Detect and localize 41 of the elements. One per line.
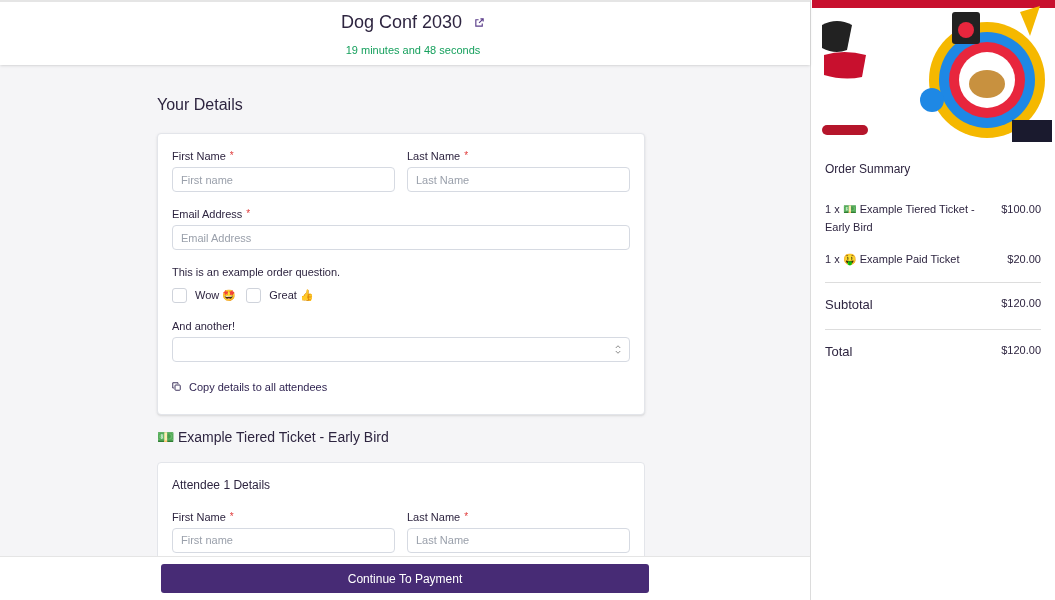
select-field[interactable]	[172, 336, 630, 362]
item-price: $20.00	[1007, 252, 1041, 267]
card-heading: Attendee 1 Details	[172, 477, 272, 492]
chevron-updown-icon	[615, 344, 621, 354]
total-label: Total	[825, 342, 853, 361]
required-mark: *	[229, 509, 234, 524]
countdown-timer: 19 minutes and 48 seconds	[344, 42, 481, 58]
question-label: This is an example order question.	[172, 265, 342, 279]
field-label: First Name	[172, 509, 226, 524]
input-field[interactable]: Email Address	[172, 225, 630, 250]
field-label: First Name	[172, 149, 226, 163]
event-title: Dog Conf 2030	[340, 10, 463, 34]
required-mark: *	[229, 149, 234, 163]
item-name: 1 x 🤑 Example Paid Ticket	[825, 252, 960, 268]
summary-heading: Order Summary	[825, 161, 912, 178]
field-label: Email Address	[172, 207, 243, 221]
item-price: $100.00	[1001, 202, 1041, 217]
checkbox-label: Great 👍	[269, 288, 314, 303]
checkbox-label: Wow 🤩	[195, 288, 237, 303]
checkbox[interactable]	[246, 287, 262, 303]
total-value: $120.00	[1001, 342, 1041, 358]
required-mark: *	[246, 207, 251, 221]
required-mark: *	[464, 149, 469, 163]
input-field[interactable]: Last Name	[407, 167, 630, 192]
required-mark: *	[464, 509, 469, 524]
input-field[interactable]: Last Name	[407, 527, 630, 553]
subtotal-label: Subtotal	[825, 296, 873, 314]
copy-details-link[interactable]: Copy details to all attendees	[172, 379, 630, 394]
continue-button[interactable]: Continue To Payment	[161, 564, 649, 593]
field-label: Last Name	[407, 149, 461, 163]
input-field[interactable]: First name	[172, 527, 395, 553]
field-label: And another!	[172, 318, 236, 333]
input-field[interactable]: First name	[172, 167, 395, 192]
checkbox[interactable]	[172, 287, 187, 303]
subtotal-value: $120.00	[1001, 296, 1041, 311]
ticket-heading: 💵 Example Tiered Ticket - Early Bird	[157, 427, 390, 446]
copy-icon	[172, 382, 181, 391]
external-link-icon[interactable]	[474, 16, 486, 28]
section-heading: Your Details	[157, 95, 244, 115]
item-name: 1 x 💵 Example Tiered Ticket - Early Bird	[825, 202, 976, 235]
field-label: Last Name	[407, 509, 461, 524]
